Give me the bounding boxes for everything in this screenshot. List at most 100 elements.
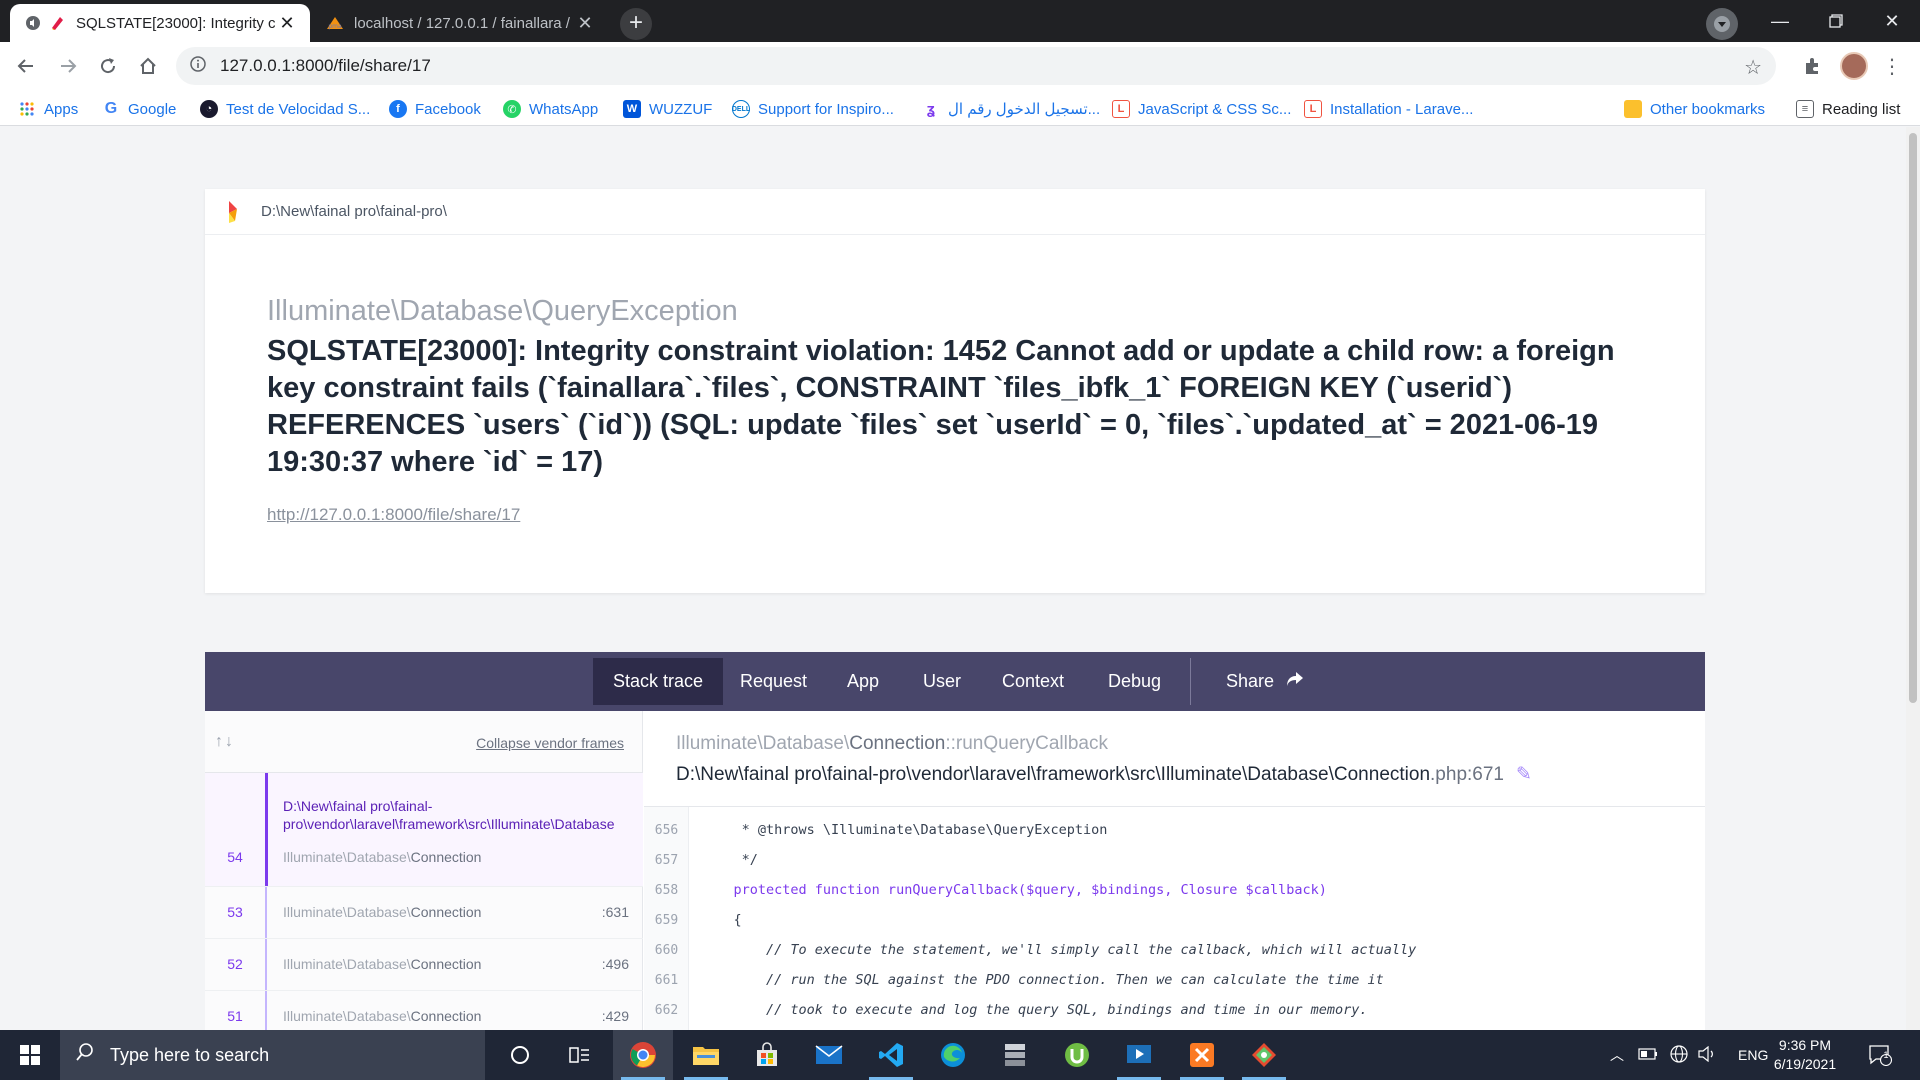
code-line: 662 // took to execute and log the query… bbox=[644, 995, 1705, 1025]
tab-user[interactable]: User bbox=[903, 658, 981, 705]
url-text[interactable]: 127.0.0.1:8000/file/share/17 bbox=[220, 56, 431, 76]
task-view-icon[interactable] bbox=[550, 1030, 610, 1080]
close-tab-icon[interactable]: ✕ bbox=[278, 14, 296, 32]
minimize-icon[interactable]: — bbox=[1752, 0, 1808, 42]
back-icon[interactable] bbox=[10, 50, 42, 82]
bookmark-laravel[interactable]: L Installation - Larave... bbox=[1304, 98, 1473, 120]
bookmark-wuzzuf[interactable]: W WUZZUF bbox=[623, 98, 712, 120]
other-bookmarks[interactable]: Other bookmarks bbox=[1624, 98, 1765, 120]
bookmark-login[interactable]: ʓ تسجيل الدخول رقم ال... bbox=[922, 98, 1100, 120]
stack-frame[interactable]: D:\New\fainal pro\fainal-pro\vendor\lara… bbox=[205, 773, 643, 887]
bookmark-label: WhatsApp bbox=[529, 100, 599, 118]
taskbar-clock[interactable]: 9:36 PM 6/19/2021 bbox=[1760, 1036, 1850, 1074]
network-globe-icon[interactable] bbox=[1670, 1044, 1688, 1066]
close-tab-icon[interactable]: ✕ bbox=[576, 14, 594, 32]
taskbar-search-input[interactable]: Type here to search bbox=[60, 1030, 485, 1080]
code-line: 659 { bbox=[644, 905, 1705, 935]
close-window-icon[interactable]: ✕ bbox=[1864, 0, 1920, 42]
bookmark-whatsapp[interactable]: ✆ WhatsApp bbox=[503, 98, 598, 120]
bookmark-dell[interactable]: DELL Support for Inspiro... bbox=[732, 98, 894, 120]
bookmarks-bar: Apps G Google ◔ Test de Velocidad S... f… bbox=[0, 90, 1920, 126]
gitkraken-icon[interactable] bbox=[1234, 1030, 1294, 1080]
code-text: * @throws \Illuminate\Database\QueryExce… bbox=[701, 822, 1108, 838]
mail-icon[interactable] bbox=[799, 1030, 859, 1080]
home-icon[interactable] bbox=[132, 50, 164, 82]
edge-icon[interactable] bbox=[923, 1030, 983, 1080]
stack-frame[interactable]: 52 Illuminate\Database\Connection :496 bbox=[205, 939, 643, 991]
frame-class-name: Connection bbox=[410, 904, 482, 920]
stack-trace-panel: ↑↓ Collapse vendor frames D:\New\fainal … bbox=[205, 711, 1705, 1030]
code-text: // run the SQL against the PDO connectio… bbox=[701, 972, 1384, 988]
windows-taskbar: Type here to search ︿ ENG 9:36 PM 6/19/2… bbox=[0, 1030, 1920, 1080]
stack-frame[interactable]: 51 Illuminate\Database\Connection :429 bbox=[205, 991, 643, 1030]
bookmark-label: Installation - Larave... bbox=[1330, 100, 1474, 118]
frame-number: 53 bbox=[227, 904, 243, 920]
bookmark-label: Google bbox=[128, 100, 177, 118]
other-bookmarks-label: Other bookmarks bbox=[1650, 100, 1766, 118]
tab-stack-trace[interactable]: Stack trace bbox=[593, 658, 724, 705]
laravel-icon: L bbox=[1112, 100, 1130, 118]
frame-number: 52 bbox=[227, 956, 243, 972]
bookmark-star-icon[interactable]: ☆ bbox=[1744, 55, 1762, 80]
reading-list[interactable]: ≡ Reading list bbox=[1796, 98, 1900, 120]
vscode-icon[interactable] bbox=[861, 1030, 921, 1080]
frame-class: Illuminate\Database\Connection bbox=[283, 1008, 481, 1024]
profile-avatar[interactable] bbox=[1840, 52, 1868, 80]
frame-navigation-arrows-icon[interactable]: ↑↓ bbox=[215, 733, 235, 751]
bookmark-speedtest[interactable]: ◔ Test de Velocidad S... bbox=[200, 98, 370, 120]
battery-icon[interactable] bbox=[1638, 1047, 1658, 1063]
frames-header: ↑↓ Collapse vendor frames bbox=[205, 711, 642, 773]
scrollbar-thumb[interactable] bbox=[1909, 133, 1917, 703]
laravel-icon: L bbox=[1304, 100, 1322, 118]
reload-icon[interactable] bbox=[92, 50, 124, 82]
google-icon: G bbox=[104, 100, 118, 117]
action-center-icon[interactable]: 1 bbox=[1868, 1030, 1892, 1080]
cortana-icon[interactable] bbox=[490, 1030, 550, 1080]
tab-app[interactable]: App bbox=[827, 658, 899, 705]
stack-frame[interactable]: 53 Illuminate\Database\Connection :631 bbox=[205, 887, 643, 939]
collapse-vendor-frames-link[interactable]: Collapse vendor frames bbox=[476, 735, 624, 751]
xampp-icon[interactable] bbox=[1172, 1030, 1232, 1080]
menu-kebab-icon[interactable]: ⋮ bbox=[1876, 50, 1908, 82]
bookmark-js-css[interactable]: L JavaScript & CSS Sc... bbox=[1112, 98, 1291, 120]
new-tab-button[interactable]: + bbox=[620, 8, 652, 40]
tab-debug[interactable]: Debug bbox=[1088, 658, 1181, 705]
reading-list-icon: ≡ bbox=[1796, 100, 1814, 118]
bookmark-facebook[interactable]: f Facebook bbox=[389, 98, 481, 120]
page-scrollbar[interactable] bbox=[1906, 127, 1920, 1030]
request-url-link[interactable]: http://127.0.0.1:8000/file/share/17 bbox=[267, 505, 520, 525]
frame-namespace: Illuminate\Database\ bbox=[283, 956, 411, 972]
forward-icon[interactable] bbox=[52, 50, 84, 82]
tab-search-icon[interactable] bbox=[1706, 8, 1738, 40]
share-button[interactable]: Share bbox=[1206, 658, 1324, 705]
site-info-icon[interactable] bbox=[190, 55, 206, 77]
tab-phpmyadmin[interactable]: pma localhost / 127.0.0.1 / fainallara /… bbox=[312, 4, 608, 42]
tab-context[interactable]: Context bbox=[982, 658, 1084, 705]
tab-active[interactable]: SQLSTATE[23000]: Integrity c ✕ bbox=[10, 4, 310, 42]
frame-namespace: Illuminate\Database\ bbox=[283, 849, 411, 865]
bookmark-label: تسجيل الدخول رقم ال... bbox=[948, 101, 1101, 118]
utorrent-icon[interactable] bbox=[1047, 1030, 1107, 1080]
show-hidden-icons-icon[interactable]: ︿ bbox=[1610, 1045, 1624, 1065]
exception-class: Illuminate\Database\QueryException bbox=[267, 295, 738, 327]
edit-pencil-icon[interactable]: ✎ bbox=[1516, 764, 1532, 785]
bookmark-google[interactable]: G Google bbox=[102, 98, 177, 120]
line-number: 658 bbox=[654, 882, 679, 898]
project-path: D:\New\fainal pro\fainal-pro\ bbox=[261, 203, 447, 220]
tab-request[interactable]: Request bbox=[720, 658, 827, 705]
windows-start-icon[interactable] bbox=[0, 1030, 60, 1080]
frame-line: :631 bbox=[601, 904, 629, 920]
bookmark-apps[interactable]: Apps bbox=[18, 98, 78, 120]
login-icon: ʓ bbox=[927, 100, 935, 118]
selected-method: ::runQueryCallback bbox=[945, 733, 1108, 754]
volume-icon[interactable] bbox=[1698, 1045, 1716, 1065]
restore-icon[interactable] bbox=[1808, 0, 1864, 42]
frame-class: Illuminate\Database\Connection bbox=[283, 904, 481, 920]
media-player-icon[interactable] bbox=[1109, 1030, 1169, 1080]
address-bar[interactable]: 127.0.0.1:8000/file/share/17 ☆ bbox=[176, 47, 1776, 85]
chrome-taskbar-icon[interactable] bbox=[613, 1030, 673, 1080]
file-explorer-icon[interactable] bbox=[676, 1030, 736, 1080]
server-app-icon[interactable] bbox=[985, 1030, 1045, 1080]
extensions-icon[interactable] bbox=[1796, 50, 1828, 82]
microsoft-store-icon[interactable] bbox=[737, 1030, 797, 1080]
